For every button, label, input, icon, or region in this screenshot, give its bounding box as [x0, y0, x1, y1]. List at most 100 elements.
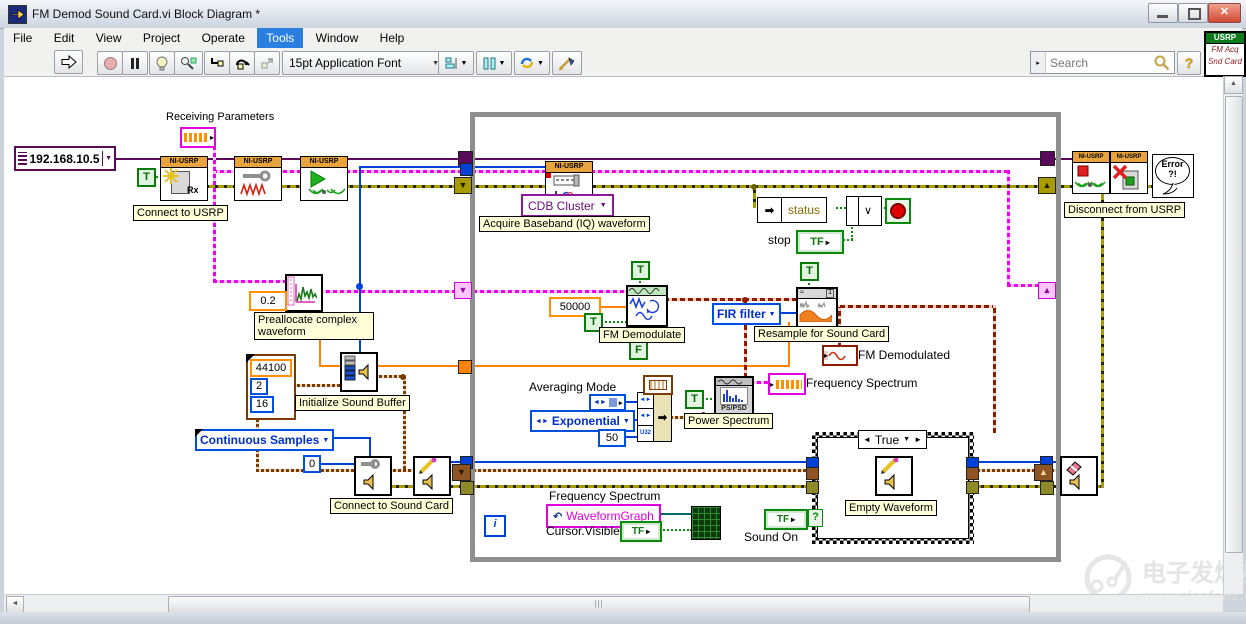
sample-rate-constant[interactable]: 44100: [250, 359, 292, 377]
step-out-button[interactable]: [254, 51, 280, 75]
run-button[interactable]: [54, 50, 83, 74]
case-prev-icon[interactable]: ◄: [863, 435, 871, 444]
menu-item-edit[interactable]: Edit: [45, 28, 84, 48]
timeout-constant[interactable]: 0.2: [249, 291, 287, 311]
averaging-cluster-constant[interactable]: [643, 375, 673, 395]
horizontal-scrollbar[interactable]: ◄ |||: [4, 594, 1223, 613]
preallocate-label[interactable]: Preallocate complex waveform: [254, 312, 374, 340]
empty-waveform-label[interactable]: Empty Waveform: [845, 500, 937, 516]
fm-demodulate-label[interactable]: FM Demodulate: [599, 327, 685, 343]
fm-demodulated-indicator[interactable]: ▸: [822, 345, 858, 366]
niusrp-open-rx-session-vi[interactable]: NI-USRP Rx: [160, 156, 208, 201]
menu-item-project[interactable]: Project: [134, 28, 189, 48]
receiving-parameters-cluster-constant[interactable]: ▸: [180, 127, 216, 148]
vertical-scrollbar[interactable]: ▲: [1223, 76, 1243, 594]
iteration-terminal[interactable]: i: [484, 515, 506, 537]
preallocate-waveform-vi[interactable]: [285, 274, 323, 312]
vertical-scroll-thumb[interactable]: [1225, 96, 1243, 553]
case-next-icon[interactable]: ►: [914, 435, 922, 444]
menu-item-window[interactable]: Window: [307, 28, 368, 48]
averaging-size-constant[interactable]: 50: [598, 429, 626, 447]
dropdown-arrow-icon[interactable]: ▼: [102, 151, 114, 166]
false-constant[interactable]: F: [629, 341, 648, 360]
true-constant[interactable]: T: [685, 390, 704, 409]
graph-property-node[interactable]: [691, 506, 721, 540]
menu-item-help[interactable]: Help: [371, 28, 414, 48]
highlight-execution-button[interactable]: [149, 51, 175, 75]
initialize-sound-buffer-label[interactable]: Initialize Sound Buffer: [295, 395, 410, 411]
continuous-samples-dropdown[interactable]: Continuous Samples ▼: [195, 429, 334, 451]
vi-icon-thumbnail[interactable]: USRP FM Acq Snd Card: [1204, 31, 1246, 77]
bundle-node[interactable]: ◄► ◄► U32 ➡: [637, 392, 672, 442]
search-input[interactable]: [1046, 56, 1153, 70]
case-selector-terminal[interactable]: ?: [808, 509, 823, 527]
averaging-mode-control[interactable]: ◄►▸: [589, 394, 626, 411]
channels-constant[interactable]: 2: [250, 378, 268, 395]
resample-label[interactable]: Resample for Sound Card: [754, 326, 889, 342]
disconnect-from-usrp-label[interactable]: Disconnect from USRP: [1064, 202, 1185, 218]
shift-register-icon[interactable]: ▲: [1038, 177, 1056, 194]
power-spectrum-label[interactable]: Power Spectrum: [684, 413, 773, 429]
unbundle-status-node[interactable]: ➡ status: [757, 197, 827, 223]
niusrp-initiate-vi[interactable]: NI-USRP: [300, 156, 348, 201]
cleanup-diagram-button[interactable]: [552, 51, 582, 75]
align-objects-dropdown[interactable]: ▼: [438, 51, 474, 75]
menu-item-tools[interactable]: Tools: [257, 28, 303, 48]
retain-wire-values-button[interactable]: [174, 51, 203, 75]
shift-register-icon[interactable]: ▼: [454, 177, 472, 194]
fm-demodulate-vi[interactable]: [626, 285, 668, 327]
initialize-sound-buffer-vi[interactable]: [340, 352, 378, 392]
ip-address-control[interactable]: 192.168.10.5 ▼: [14, 146, 116, 171]
bits-constant[interactable]: 16: [250, 396, 274, 413]
reorder-dropdown[interactable]: ▼: [514, 51, 550, 75]
resample-vi[interactable]: ≈1: [796, 287, 838, 329]
sound-on-boolean[interactable]: TF▸: [764, 509, 808, 530]
power-spectrum-vi[interactable]: PS/PSD: [714, 376, 754, 417]
fir-filter-dropdown[interactable]: FIR filter▼: [712, 303, 781, 325]
niusrp-abort-vi[interactable]: NI-USRP: [1072, 151, 1110, 194]
frequency-spectrum-indicator[interactable]: ▸: [768, 373, 806, 395]
case-selector-label[interactable]: ◄ True ▼ ►: [858, 430, 927, 449]
minimize-button[interactable]: [1148, 3, 1178, 23]
sound-format-cluster[interactable]: 44100 2 16: [246, 354, 296, 420]
maximize-button[interactable]: [1178, 3, 1208, 23]
sound-output-write-vi-case[interactable]: [875, 456, 913, 496]
search-history-button[interactable]: ▸: [1031, 52, 1046, 73]
menu-item-file[interactable]: File: [4, 28, 41, 48]
abort-button[interactable]: [97, 51, 123, 75]
loop-condition-terminal[interactable]: [885, 198, 911, 224]
scroll-up-button[interactable]: ▲: [1224, 76, 1243, 94]
sound-output-write-vi[interactable]: [413, 456, 451, 496]
niusrp-configure-signal-vi[interactable]: NI-USRP: [234, 156, 282, 201]
cdb-cluster-dropdown[interactable]: CDB Cluster ▼: [521, 194, 614, 217]
close-button[interactable]: ✕: [1208, 3, 1241, 23]
sound-output-configure-vi[interactable]: [354, 456, 392, 496]
stop-boolean-control[interactable]: TF▸: [796, 230, 844, 254]
or-function-node[interactable]: ∨: [846, 196, 882, 226]
zero-constant[interactable]: 0: [303, 455, 321, 473]
menu-item-view[interactable]: View: [87, 28, 131, 48]
menu-item-operate[interactable]: Operate: [193, 28, 254, 48]
distribute-objects-dropdown[interactable]: ▼: [476, 51, 512, 75]
step-over-button[interactable]: [229, 51, 255, 75]
font-selector[interactable]: 15pt Application Font ▼: [282, 51, 446, 75]
true-constant[interactable]: T: [631, 261, 650, 280]
dropdown-arrow-icon[interactable]: ▼: [903, 436, 910, 443]
scroll-left-button[interactable]: ◄: [6, 596, 24, 613]
shift-register-icon[interactable]: ▼: [454, 282, 472, 299]
connect-to-sound-card-label[interactable]: Connect to Sound Card: [330, 498, 453, 514]
pause-button[interactable]: [122, 51, 148, 75]
acquire-baseband-label[interactable]: Acquire Baseband (IQ) waveform: [479, 216, 650, 232]
true-constant[interactable]: T: [800, 262, 819, 281]
sound-output-clear-vi[interactable]: [1060, 456, 1098, 496]
simple-error-handler-vi[interactable]: Error ?!: [1152, 154, 1194, 198]
cursor-visible-boolean[interactable]: TF▸: [620, 521, 662, 542]
shift-register-icon[interactable]: ▲: [1034, 464, 1053, 481]
step-into-button[interactable]: [204, 51, 230, 75]
shift-register-icon[interactable]: ▲: [1038, 282, 1056, 299]
niusrp-close-session-vi[interactable]: NI-USRP: [1110, 151, 1148, 194]
shift-register-icon[interactable]: ▼: [452, 464, 471, 481]
connect-to-usrp-label[interactable]: Connect to USRP: [133, 205, 228, 221]
help-button[interactable]: ?: [1177, 51, 1201, 75]
true-constant[interactable]: T: [137, 168, 156, 187]
